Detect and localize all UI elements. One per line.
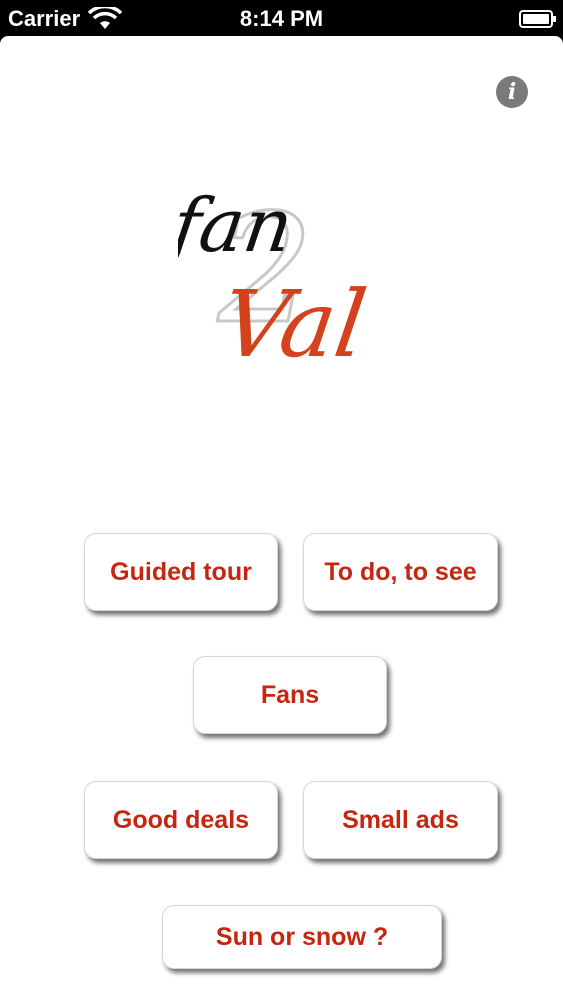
fans-button[interactable]: Fans bbox=[193, 656, 387, 734]
info-icon[interactable]: i bbox=[496, 76, 528, 108]
to-do-to-see-button[interactable]: To do, to see bbox=[303, 533, 498, 611]
good-deals-button[interactable]: Good deals bbox=[84, 781, 278, 859]
battery-icon bbox=[519, 10, 556, 28]
app-logo: 2 fan Val bbox=[162, 146, 388, 378]
sun-or-snow-button[interactable]: Sun or snow ? bbox=[162, 905, 442, 969]
small-ads-button[interactable]: Small ads bbox=[303, 781, 498, 859]
status-time: 8:14 PM bbox=[239, 6, 324, 31]
logo-val: Val bbox=[215, 270, 372, 376]
main-screen: i 2 fan Val Guided tour To do, to see Fa… bbox=[0, 36, 563, 1000]
guided-tour-button[interactable]: Guided tour bbox=[84, 533, 278, 611]
logo-fan: fan bbox=[178, 182, 298, 269]
status-bar: Carrier 8:14 PM bbox=[0, 0, 563, 36]
